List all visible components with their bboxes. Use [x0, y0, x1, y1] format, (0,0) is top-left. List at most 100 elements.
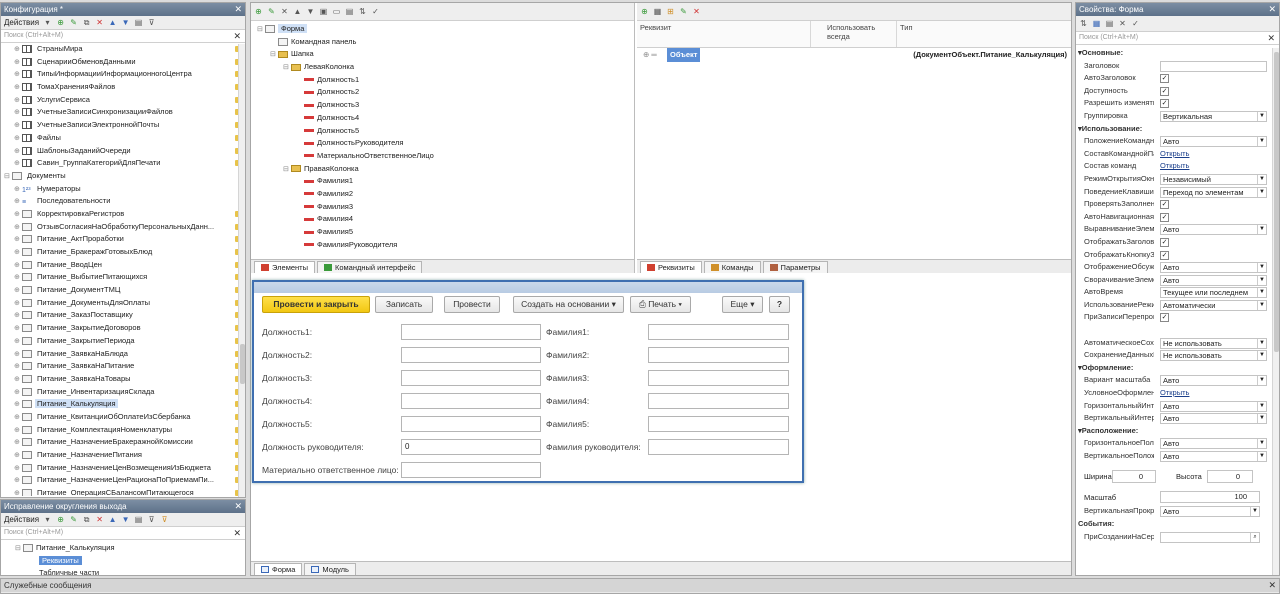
tree-item[interactable]: Реквизиты	[15, 555, 245, 568]
tab-module[interactable]: Модуль	[304, 563, 356, 575]
property-select[interactable]: Авто ▼	[1160, 262, 1267, 274]
tree-item[interactable]: ⊕ Питание_БракеражГотовыхБлюд	[4, 246, 245, 259]
post-button[interactable]: Провести	[444, 296, 500, 313]
left-field-input[interactable]	[401, 416, 541, 432]
move-down-icon[interactable]: ▼	[306, 7, 315, 16]
tree-item[interactable]: ⊕ Питание_НазначениеЦенВозмещенияИзБюджет…	[4, 462, 245, 475]
tree-item[interactable]: ⊕ Питание_КвитанцииОбОплатеИзСбербанка	[4, 411, 245, 424]
configuration-search-input[interactable]: Поиск (Ctrl+Alt+M) ✕	[1, 30, 245, 43]
tree-item[interactable]: ⊕ ТомаХраненияФайлов	[4, 81, 245, 94]
property-select[interactable]: Авто ▼	[1160, 274, 1267, 286]
right-field-input[interactable]	[648, 347, 789, 363]
property-checkbox[interactable]: ✓	[1160, 212, 1169, 222]
clear-search-icon[interactable]: ✕	[233, 527, 241, 539]
tree-item[interactable]: ⊕ Питание_НазначениеБракеражнойКомиссии	[4, 436, 245, 449]
sort-icon[interactable]: ▤	[134, 515, 143, 524]
table-icon[interactable]: ▦	[653, 7, 662, 16]
form-element-item[interactable]: Фамилия1	[257, 175, 634, 188]
left-field-input[interactable]: 0	[401, 439, 541, 455]
expand-icon[interactable]: ⊕ ═	[643, 48, 657, 62]
property-checkbox[interactable]: ✓	[1160, 74, 1169, 84]
tree-item[interactable]: ⊕ Питание_ЗаявкаНаПитание	[4, 360, 245, 373]
properties-search-input[interactable]: Поиск (Ctrl+Alt+M) ✕	[1076, 32, 1279, 45]
copy-icon[interactable]: ⧉	[82, 515, 91, 524]
form-element-item[interactable]: Должность5	[257, 125, 634, 138]
add-icon[interactable]: ⊕	[56, 18, 65, 27]
sort-icon[interactable]: ⇅	[358, 7, 367, 16]
tree-item[interactable]: ⊕ СтраныМира	[4, 43, 245, 56]
close-icon[interactable]: ✕	[1268, 3, 1276, 16]
tree-item[interactable]: ⊕ КорректировкаРегистров	[4, 208, 245, 221]
left-field-input[interactable]	[401, 324, 541, 340]
properties-scrollbar[interactable]	[1272, 48, 1279, 575]
left-field-input[interactable]	[401, 393, 541, 409]
tree-item[interactable]: ⊕ Файлы	[4, 132, 245, 145]
property-checkbox[interactable]: ✓	[1160, 86, 1169, 96]
more-button[interactable]: Еще ▾	[722, 296, 763, 313]
property-checkbox[interactable]: ✓	[1160, 99, 1169, 109]
tree-item[interactable]: Табличные части	[15, 567, 245, 575]
property-checkbox[interactable]: ✓	[1160, 313, 1169, 323]
property-select[interactable]: Вертикальная ▼	[1160, 110, 1267, 122]
property-group[interactable]: ▾Оформление:	[1076, 362, 1279, 375]
tree-item[interactable]: ⊕ ТипыИнформацииИнформационногоЦентра	[4, 68, 245, 81]
property-select[interactable]: Авто ▼	[1160, 375, 1267, 387]
right-field-input[interactable]	[648, 370, 789, 386]
property-select[interactable]: Авто ▼	[1160, 413, 1267, 425]
actions-menu[interactable]: Действия	[4, 515, 39, 524]
property-link[interactable]: Открыть	[1160, 148, 1189, 161]
form-element-item[interactable]: Командная панель	[257, 36, 634, 49]
display-icon[interactable]: ▭	[332, 7, 341, 16]
add-icon[interactable]: ⊕	[56, 515, 65, 524]
tab-parameters[interactable]: Параметры	[762, 261, 828, 273]
form-element-item[interactable]: Должность1	[257, 74, 634, 87]
tree-item[interactable]: ⊕ Питание_ВводЦен	[4, 259, 245, 272]
delete-icon[interactable]: ✕	[95, 515, 104, 524]
form-element-item[interactable]: ⊟ Шапка	[257, 48, 634, 61]
tree-item[interactable]: ⊕ Питание_ЗаявкаНаТовары	[4, 373, 245, 386]
add-attribute-icon[interactable]: ⊕	[640, 7, 649, 16]
help-button[interactable]: ?	[769, 296, 790, 313]
property-checkbox[interactable]: ✓	[1160, 237, 1169, 247]
property-select[interactable]: Автоматически ▼	[1160, 299, 1267, 311]
tab-command-interface[interactable]: Командный интерфейс	[316, 261, 423, 273]
property-group[interactable]: ▾Расположение:	[1076, 425, 1279, 438]
property-checkbox[interactable]: ✓	[1160, 250, 1169, 260]
tree-item[interactable]: ⊕ Питание_ЗакрытиеПериода	[4, 335, 245, 348]
tree-item[interactable]: ⊕ УчетныеЗаписиСинхронизацииФайлов	[4, 106, 245, 119]
events-group[interactable]: События:	[1076, 518, 1272, 531]
form-element-item[interactable]: МатериальноОтветственноеЛицо	[257, 150, 634, 163]
tab-attributes[interactable]: Реквизиты	[640, 261, 702, 273]
right-field-input[interactable]	[648, 416, 789, 432]
left-field-input[interactable]	[401, 347, 541, 363]
post-and-close-button[interactable]: Провести и закрыть	[262, 296, 370, 313]
tree-item[interactable]: ⊕ Питание_ЗакрытиеДоговоров	[4, 322, 245, 335]
sort-by-category-icon[interactable]: ⇅	[1079, 19, 1088, 28]
save-button[interactable]: Записать	[375, 296, 433, 313]
group-icon[interactable]: ▣	[319, 7, 328, 16]
tree-item[interactable]: ⊕ Питание_ЗаявкаНаБлюда	[4, 348, 245, 361]
property-group[interactable]: ▾Использование:	[1076, 123, 1279, 136]
tree-item[interactable]: ⊕ Питание_ДокументТМЦ	[4, 284, 245, 297]
search-icon[interactable]: ⌕	[1250, 533, 1259, 542]
clear-search-icon[interactable]: ✕	[1267, 32, 1275, 44]
edit-icon[interactable]: ✎	[679, 7, 688, 16]
tree-item[interactable]: ⊕ Питание_АктПроработки	[4, 233, 245, 246]
move-up-icon[interactable]: ▲	[108, 515, 117, 524]
on-create-input[interactable]: ⌕	[1160, 532, 1260, 543]
edit-icon[interactable]: ✎	[69, 18, 78, 27]
close-icon[interactable]: ✕	[1118, 19, 1127, 28]
right-field-input[interactable]	[648, 393, 789, 409]
alphabetical-view-icon[interactable]: ▤	[1105, 19, 1114, 28]
form-element-item[interactable]: Фамилия5	[257, 226, 634, 239]
delete-icon[interactable]: ✕	[692, 7, 701, 16]
form-element-item[interactable]: Фамилия2	[257, 188, 634, 201]
tab-form[interactable]: Форма	[254, 563, 303, 575]
form-element-item[interactable]: Должность2	[257, 86, 634, 99]
edit-icon[interactable]: ✎	[267, 7, 276, 16]
tree-item[interactable]: ⊕ Питание_НазначениеЦенРационаПоПриемамПи…	[4, 474, 245, 487]
tab-commands[interactable]: Команды	[703, 261, 761, 273]
property-select[interactable]: Не использовать ▼	[1160, 350, 1267, 362]
tree-item[interactable]: ⊕ Питание_КомплектацияНоменклатуры	[4, 424, 245, 437]
tree-item[interactable]: ⊕ 1²³ Нумераторы	[4, 183, 245, 196]
